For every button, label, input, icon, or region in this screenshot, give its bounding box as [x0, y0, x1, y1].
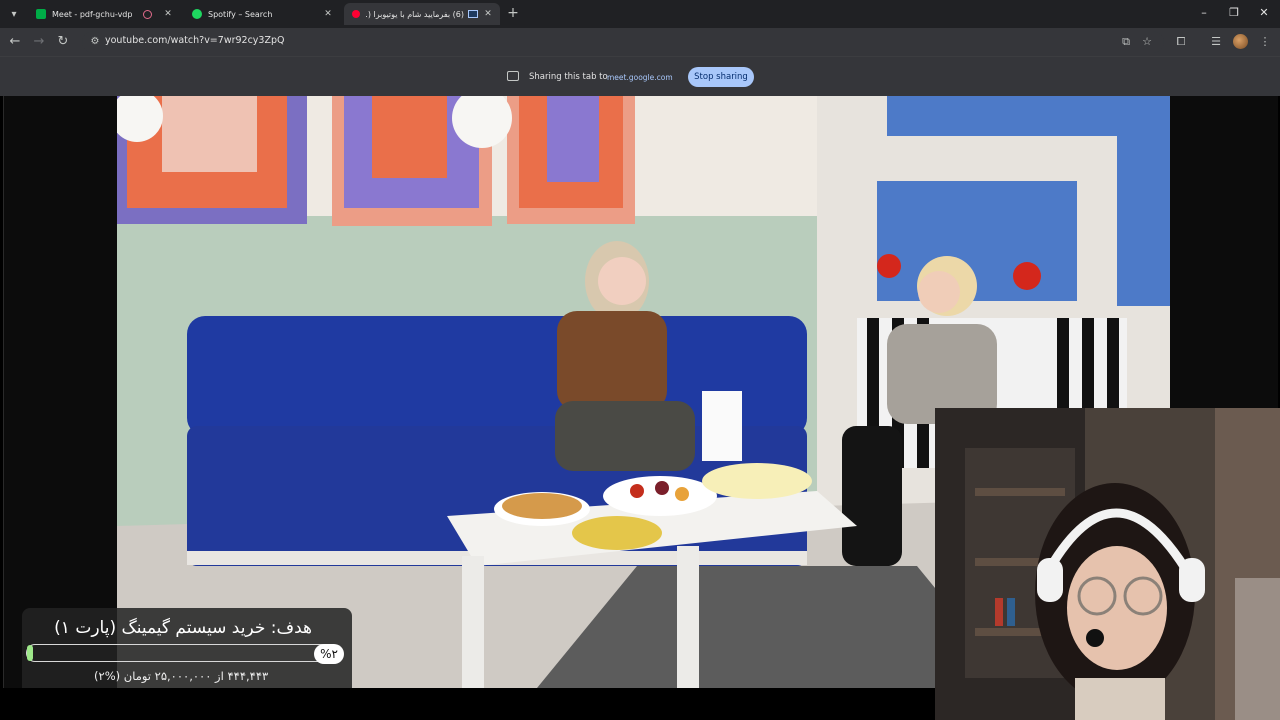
url-text[interactable]: youtube.com/watch?v=7wr92cy3ZpQ	[105, 35, 284, 46]
tab-sharing-bar: Sharing this tab to meet.google.com Stop…	[0, 56, 1280, 96]
close-tab-icon[interactable]: ✕	[162, 9, 174, 19]
menu-kebab-icon[interactable]: ⋮	[1255, 32, 1275, 52]
casting-icon	[468, 10, 478, 18]
tab-spotify[interactable]: Spotify – Search ✕	[184, 3, 340, 25]
recording-indicator-icon	[143, 9, 152, 19]
tab-youtube[interactable]: (6) بفرمایید شام با یوتیوبرا (... ✕	[344, 3, 500, 25]
address-bar[interactable]: ⚙ youtube.com/watch?v=7wr92cy3ZpQ	[82, 31, 1164, 53]
forward-icon[interactable]: →	[29, 32, 49, 52]
goal-progress-fill	[27, 645, 34, 661]
bookmark-star-icon[interactable]: ☆	[1137, 32, 1157, 52]
webcam-overlay	[935, 408, 1280, 720]
tab-title: Meet - pdf-gchu-vdp	[52, 9, 133, 19]
browser-toolbar: ← → ↻ ⚙ youtube.com/watch?v=7wr92cy3ZpQ …	[0, 28, 1280, 56]
webcam-feed-illustration	[935, 408, 1280, 720]
extensions-icon[interactable]: ⧠	[1171, 32, 1191, 52]
stop-sharing-button[interactable]: Stop sharing	[688, 67, 754, 87]
youtube-icon	[352, 10, 360, 18]
goal-progress-text: ۴۴۴,۴۴۳ از ۲۵,۰۰۰,۰۰۰ تومان (%۲)	[94, 669, 269, 683]
goal-percent-badge: %۲	[314, 644, 344, 664]
google-meet-icon	[36, 9, 46, 19]
back-icon[interactable]: ←	[5, 32, 25, 52]
close-tab-icon[interactable]: ✕	[482, 9, 494, 19]
tab-meet[interactable]: Meet - pdf-gchu-vdp ✕	[28, 3, 180, 25]
spotify-icon	[192, 9, 202, 19]
media-controls-icon[interactable]: ☰	[1206, 32, 1226, 52]
reload-icon[interactable]: ↻	[53, 32, 73, 52]
site-info-icon[interactable]: ⚙	[87, 34, 103, 50]
screen-share-icon	[507, 71, 519, 81]
new-tab-button[interactable]: +	[504, 4, 522, 22]
profile-avatar[interactable]	[1233, 34, 1248, 49]
minimize-button[interactable]: –	[1192, 4, 1216, 22]
maximize-button[interactable]: ❐	[1222, 4, 1246, 22]
goal-title: هدف: خرید سیستم گیمینگ (پارت ۱)	[54, 618, 312, 638]
close-tab-icon[interactable]: ✕	[322, 9, 334, 19]
sharing-target-link[interactable]: meet.google.com	[607, 73, 673, 82]
tab-title: Spotify – Search	[208, 9, 273, 19]
tab-strip: ▾ Meet - pdf-gchu-vdp ✕ Spotify – Search…	[0, 0, 1280, 28]
donation-goal-widget: هدف: خرید سیستم گیمینگ (پارت ۱) %۲ ۴۴۴,۴…	[22, 608, 352, 688]
goal-progress-bar	[26, 644, 338, 662]
tab-title: (6) بفرمایید شام با یوتیوبرا (...	[366, 9, 464, 19]
close-window-button[interactable]: ✕	[1252, 4, 1276, 22]
install-app-icon[interactable]: ⧉	[1116, 32, 1136, 52]
sharing-text: Sharing this tab to	[529, 72, 608, 82]
tab-search-icon[interactable]: ▾	[4, 4, 24, 24]
page-content: هدف: خرید سیستم گیمینگ (پارت ۱) %۲ ۴۴۴,۴…	[0, 96, 1280, 720]
